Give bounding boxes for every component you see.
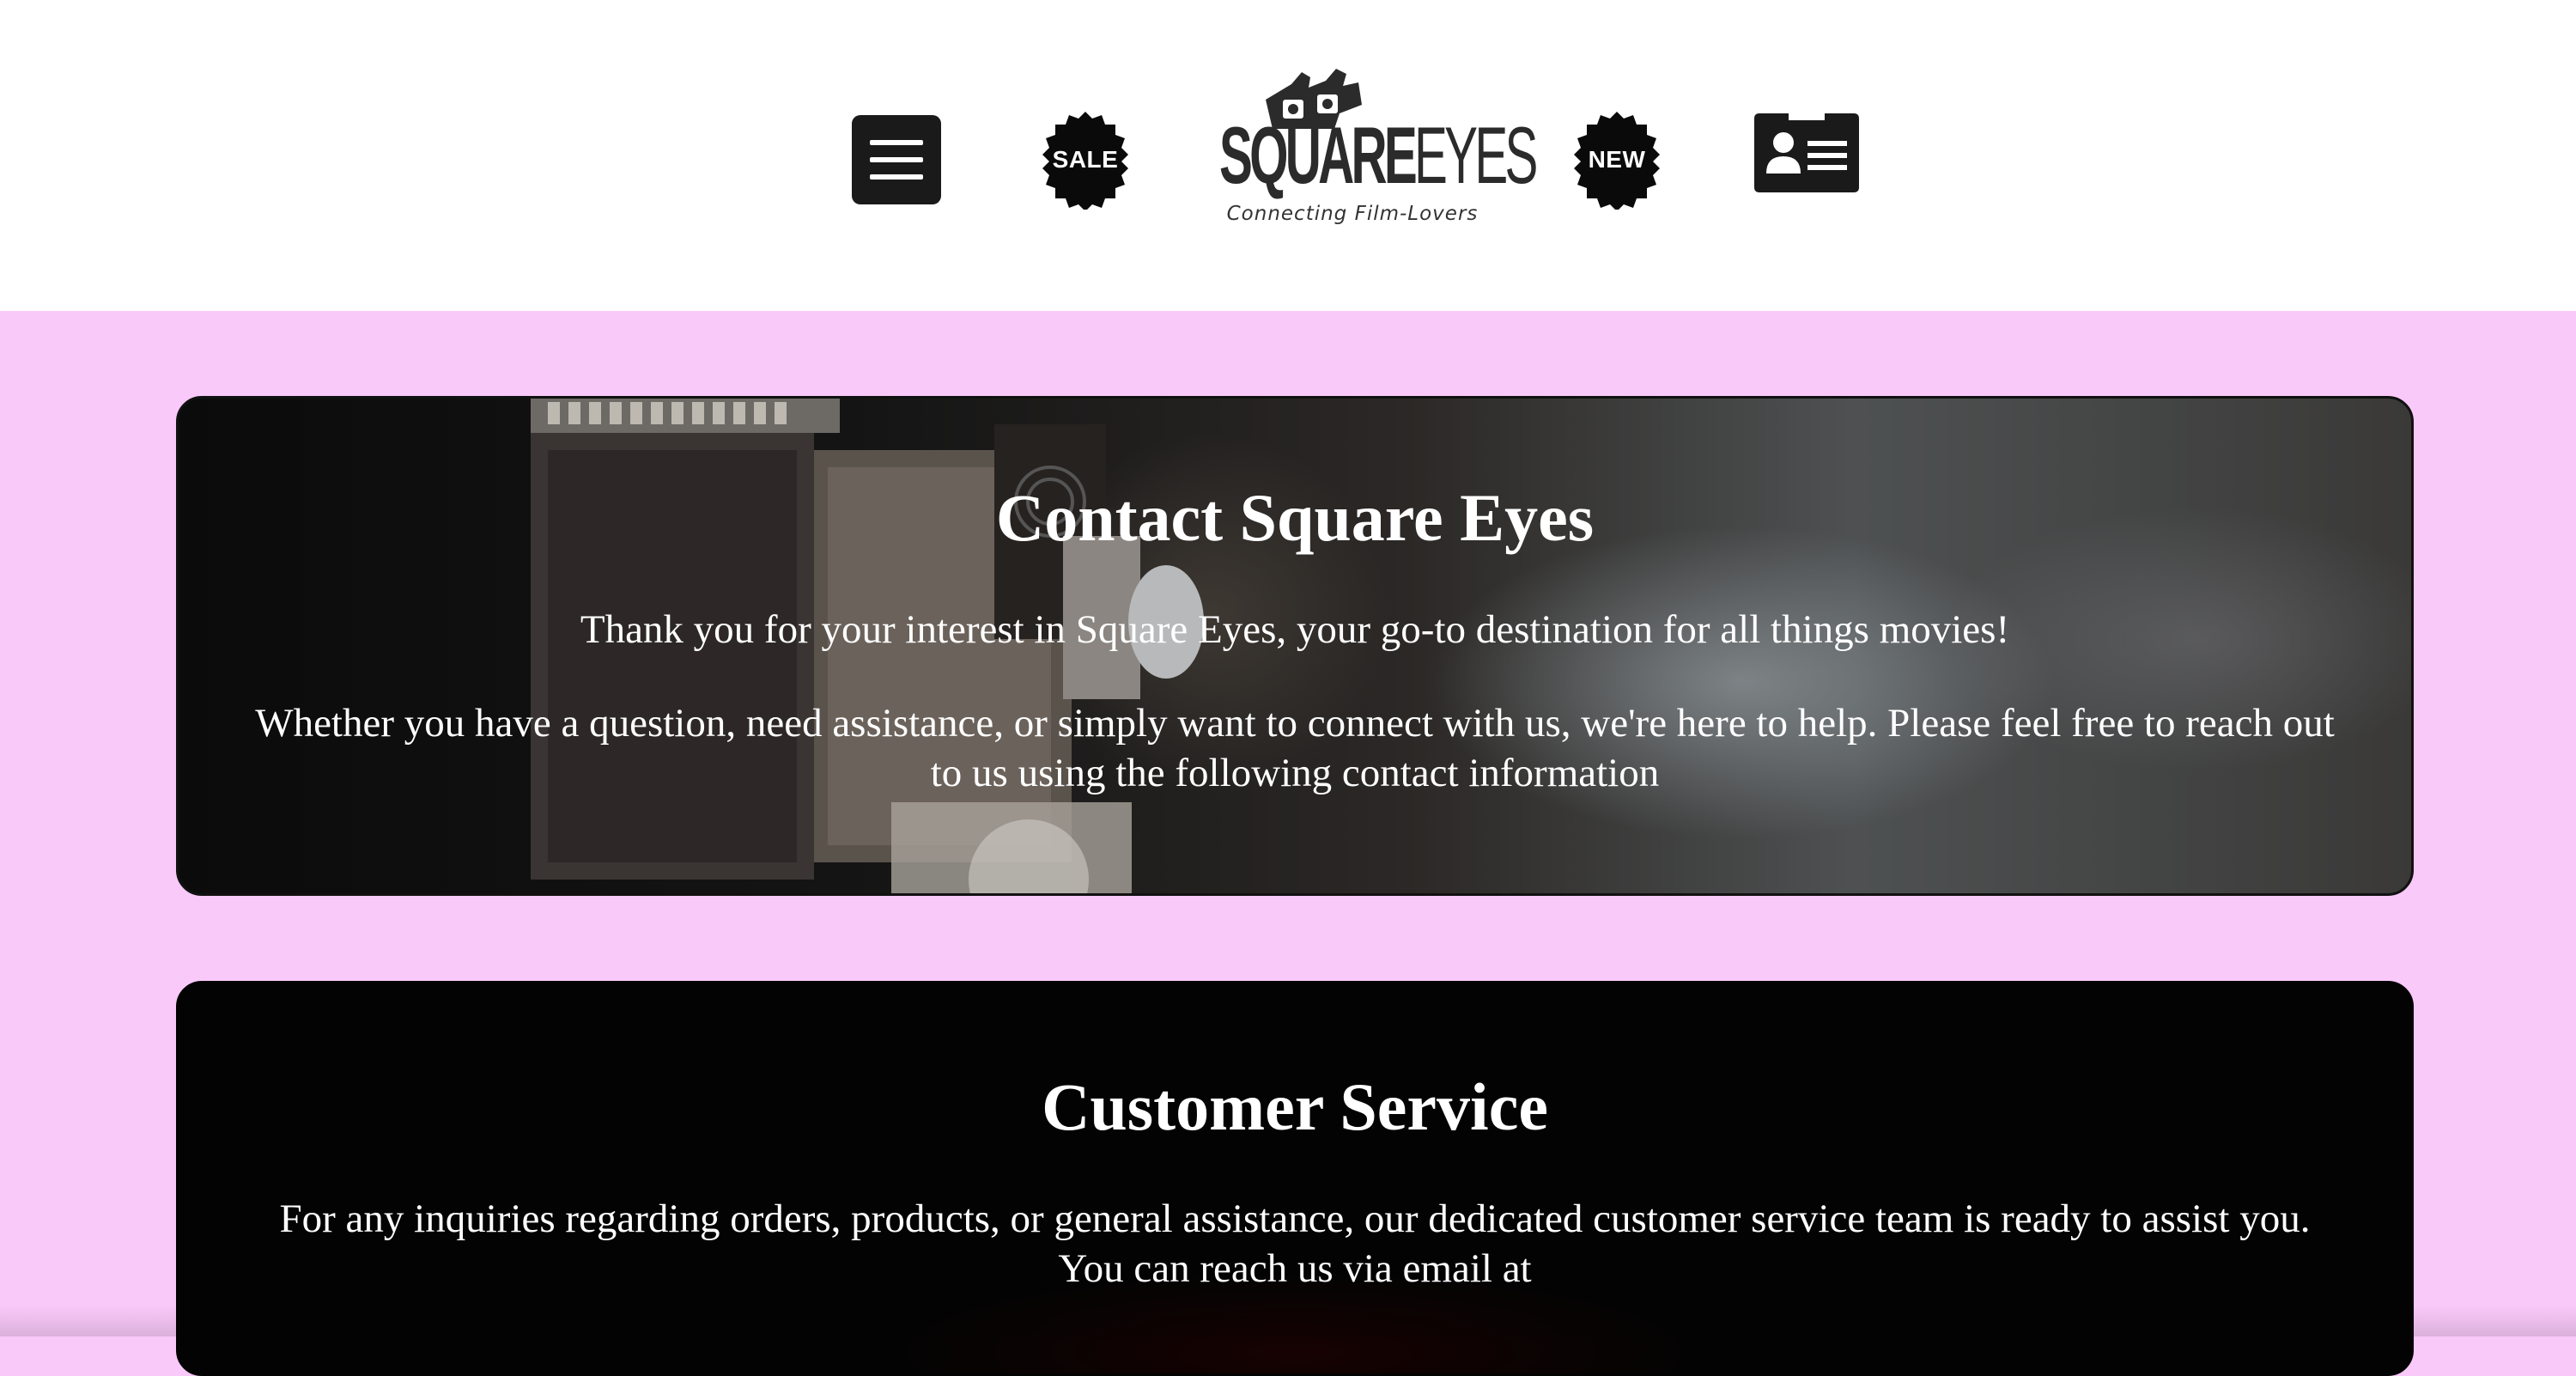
customer-service-card: Customer Service For any inquiries regar… — [176, 981, 2414, 1376]
contact-hero-card: Contact Square Eyes Thank you for your i… — [176, 396, 2414, 896]
logo-word-eyes: EYES — [1414, 110, 1538, 200]
menu-bar — [870, 140, 923, 145]
sale-badge-label: SALE — [1052, 146, 1119, 173]
hamburger-menu-icon[interactable] — [852, 115, 941, 204]
logo-word-square: SQUARE — [1219, 110, 1418, 200]
menu-bar — [870, 174, 923, 180]
contact-body-text: Whether you have a question, need assist… — [255, 701, 2335, 795]
new-link[interactable]: NEW — [1567, 110, 1667, 210]
customer-service-text: For any inquiries regarding orders, prod… — [279, 1196, 2311, 1291]
square-eyes-logo[interactable]: SQUAREEYES Connecting Film-Lovers — [1219, 65, 1538, 237]
menu-bar — [870, 157, 923, 162]
site-header: SALE SQUAREEYES Connecting Film-Lovers N… — [0, 0, 2576, 311]
sale-link[interactable]: SALE — [1036, 110, 1135, 210]
logo-wordmark: SQUAREEYES — [1219, 115, 1538, 196]
contact-card-icon[interactable] — [1754, 113, 1859, 192]
new-badge-label: NEW — [1588, 146, 1646, 173]
contact-card-shape — [1754, 113, 1859, 192]
customer-service-title: Customer Service — [1042, 1069, 1548, 1144]
contact-intro-text: Thank you for your interest in Square Ey… — [580, 607, 2010, 652]
logo-tagline: Connecting Film-Lovers — [1226, 203, 1479, 225]
contact-title: Contact Square Eyes — [995, 480, 1595, 555]
